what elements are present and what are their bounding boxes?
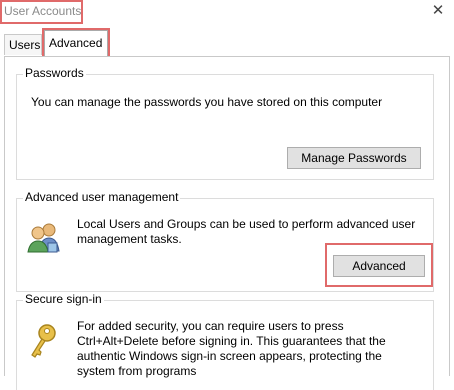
- users-groups-icon: [27, 221, 61, 256]
- advanced-user-management-heading: Advanced user management: [23, 190, 181, 204]
- passwords-description: You can manage the passwords you have st…: [31, 95, 383, 109]
- advanced-user-management-group: Advanced user management Local Users and…: [16, 190, 434, 292]
- tab-users[interactable]: Users: [4, 34, 42, 55]
- advanced-button-highlight-box: [325, 243, 433, 287]
- tab-highlight-box: [42, 28, 110, 58]
- secure-signin-heading: Secure sign-in: [23, 292, 104, 306]
- close-button[interactable]: ✕: [430, 2, 446, 18]
- key-icon: [27, 323, 59, 362]
- title-bar: User Accounts ✕: [0, 0, 454, 28]
- title-highlight-box: [0, 0, 83, 24]
- secure-signin-description: For added security, you can require user…: [77, 319, 386, 378]
- secure-signin-group: Secure sign-in For added security, you c…: [16, 292, 434, 390]
- tab-strip: Users Advanced: [0, 28, 454, 58]
- passwords-heading: Passwords: [23, 66, 86, 80]
- manage-passwords-button[interactable]: Manage Passwords: [287, 147, 421, 169]
- passwords-group: Passwords You can manage the passwords y…: [16, 66, 434, 180]
